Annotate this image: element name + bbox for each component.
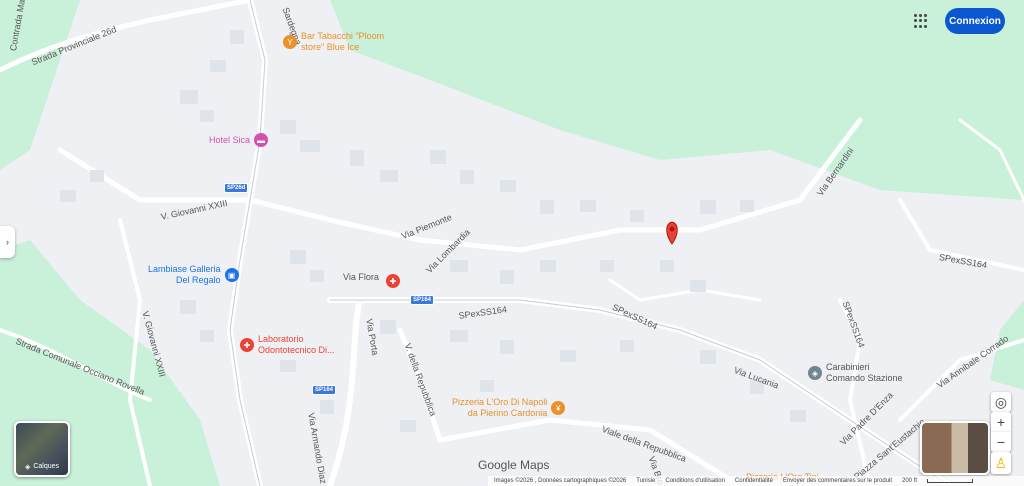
pegman-icon: ♙ xyxy=(994,454,1008,471)
building xyxy=(460,170,474,184)
poi-galleria[interactable]: ▣ Lambiase Galleria Del Regalo xyxy=(148,264,239,286)
imagery-credit: Images ©2026 , Données cartographiques ©… xyxy=(494,478,627,484)
shopping-bag-icon: ▣ xyxy=(224,268,239,282)
building xyxy=(380,320,396,334)
building xyxy=(740,200,754,212)
building xyxy=(320,400,334,414)
privacy-link[interactable]: Confidentialité xyxy=(735,478,773,484)
building xyxy=(280,120,296,134)
poi-label: Carabinieri Comando Stazione xyxy=(826,362,903,383)
poi-flora[interactable]: ✚ xyxy=(386,274,400,288)
building xyxy=(210,60,226,72)
building xyxy=(500,340,514,354)
pegman-button[interactable]: ♙ xyxy=(991,452,1011,474)
building xyxy=(400,420,416,432)
cocktail-icon: Y xyxy=(283,35,297,49)
sign-in-button[interactable]: Connexion xyxy=(945,8,1005,34)
building xyxy=(180,300,196,314)
street-view-thumbnail[interactable] xyxy=(920,421,990,475)
building xyxy=(90,170,104,182)
building xyxy=(450,260,468,272)
zoom-out-label: − xyxy=(996,434,1006,450)
route-shield: SP164 xyxy=(410,295,435,305)
building xyxy=(200,330,214,342)
gift-icon: ✚ xyxy=(386,274,400,288)
side-panel-toggle[interactable]: › xyxy=(0,226,15,258)
zoom-in-button[interactable]: + xyxy=(991,412,1011,432)
bed-icon: ▬ xyxy=(254,133,269,147)
building xyxy=(280,360,296,372)
street-label: Via Flora xyxy=(343,272,379,282)
building xyxy=(180,90,198,104)
chevron-right-icon: › xyxy=(6,237,9,247)
poi-label: Laboratorio Odontotecnico Di... xyxy=(258,334,335,355)
building xyxy=(500,180,516,192)
badge-icon: ◈ xyxy=(808,366,822,380)
my-location-button[interactable]: ◎ xyxy=(991,392,1011,412)
building xyxy=(290,250,306,264)
poi-label: Bar Tabacchi "Ploom store" Blue Ice xyxy=(301,31,385,52)
building xyxy=(430,150,446,164)
building xyxy=(230,30,244,44)
poi-laboratorio[interactable]: ✚ Laboratorio Odontotecnico Di... xyxy=(240,334,335,356)
building xyxy=(300,140,320,152)
building xyxy=(790,410,806,422)
layers-icon: ◈ xyxy=(24,464,31,471)
building xyxy=(620,340,634,352)
building xyxy=(540,260,556,272)
layers-label: Calques xyxy=(33,463,60,470)
restaurant-icon: ¥ xyxy=(551,401,566,415)
poi-label: Hotel Sica xyxy=(209,134,251,145)
building xyxy=(560,350,576,362)
route-shield: SP26d xyxy=(224,183,249,193)
building xyxy=(690,280,706,292)
medical-icon: ✚ xyxy=(240,338,254,352)
building xyxy=(60,190,76,202)
poi-carabinieri[interactable]: ◈ Carabinieri Comando Stazione xyxy=(808,362,903,384)
building xyxy=(350,150,364,166)
zoom-out-button[interactable]: − xyxy=(991,432,1011,452)
route-shield: SP164 xyxy=(312,385,337,395)
grid-apps-icon[interactable] xyxy=(914,14,928,28)
building xyxy=(700,350,716,364)
zoom-in-label: + xyxy=(996,414,1006,430)
scale-bar xyxy=(927,479,974,483)
poi-label: Pizzeria L'Oro Di Napoli da Pierino Card… xyxy=(452,397,548,418)
building xyxy=(500,270,514,284)
building xyxy=(700,200,716,214)
building xyxy=(600,260,614,272)
poi-hotel[interactable]: ▬ Hotel Sica xyxy=(209,133,269,147)
building xyxy=(380,170,398,182)
building xyxy=(450,330,468,342)
poi-bar[interactable]: Y Bar Tabacchi "Ploom store" Blue Ice xyxy=(283,31,384,53)
feedback-link[interactable]: Envoyer des commentaires sur le produit xyxy=(783,478,892,484)
terms-link[interactable]: Conditions d'utilisation xyxy=(665,478,725,484)
my-location-icon: ◎ xyxy=(994,393,1008,410)
building xyxy=(660,260,674,272)
poi-label: Lambiase Galleria Del Regalo xyxy=(148,264,221,285)
country-link[interactable]: Tunisie xyxy=(636,478,655,484)
building xyxy=(580,200,596,212)
layers-button[interactable]: ◈ Calques xyxy=(14,421,70,477)
building xyxy=(540,200,554,214)
poi-pizzeria[interactable]: ¥ Pizzeria L'Oro Di Napoli da Pierino Ca… xyxy=(452,397,566,419)
scale-label[interactable]: 200 ft xyxy=(902,478,917,484)
google-maps-logo: Google Maps xyxy=(478,458,550,472)
building xyxy=(310,270,324,282)
building xyxy=(200,110,214,122)
building xyxy=(480,380,494,392)
building xyxy=(630,210,644,222)
map-footer: Images ©2026 , Données cartographiques ©… xyxy=(488,476,1024,486)
